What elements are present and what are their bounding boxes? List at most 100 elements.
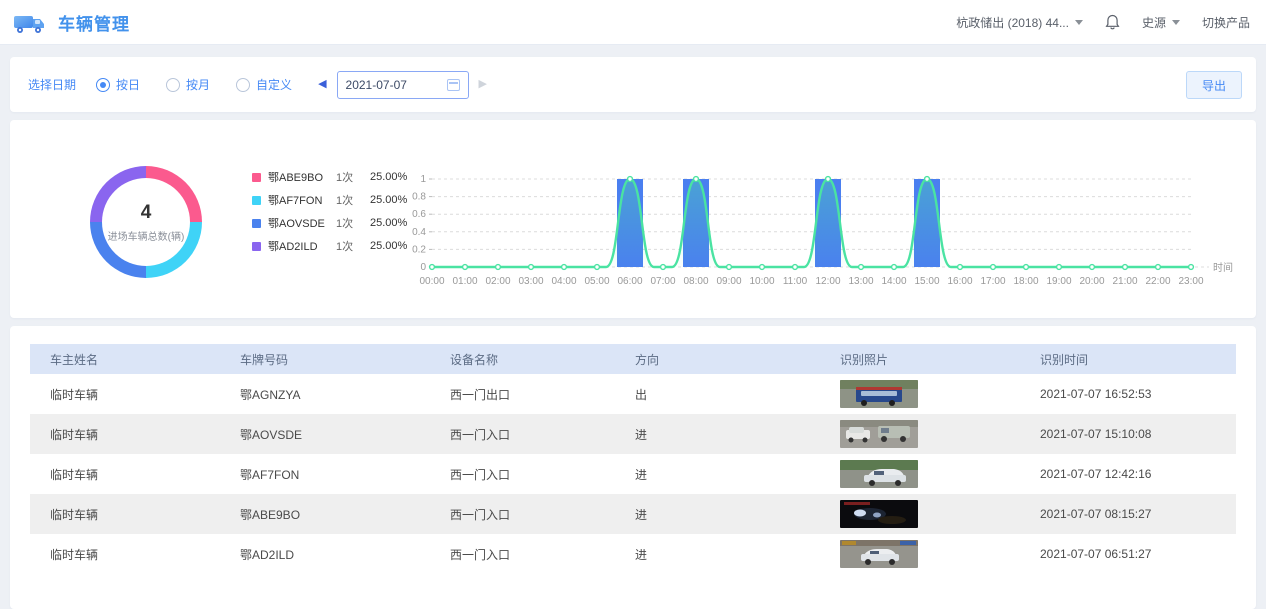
legend-plate: 鄂AF7FON (268, 192, 336, 208)
vehicle-table-body: 临时车辆鄂AGNZYA西一门出口出2021-07-07 16:52:53临时车辆… (30, 374, 1236, 574)
table-row: 临时车辆鄂ABE9BO西一门入口进 2021-07-07 08:15:27 (30, 494, 1236, 534)
legend-plate: 鄂AD2ILD (268, 238, 336, 254)
cell-device: 西一门入口 (450, 494, 635, 534)
legend-swatch-icon (252, 196, 261, 205)
svg-text:08:00: 08:00 (683, 276, 708, 287)
svg-text:02:00: 02:00 (485, 276, 510, 287)
svg-text:22:00: 22:00 (1145, 276, 1170, 287)
cell-photo (840, 454, 1040, 494)
cell-time: 2021-07-07 16:52:53 (1040, 374, 1236, 414)
chevron-down-icon (1075, 20, 1083, 25)
vehicle-photo[interactable] (840, 540, 918, 568)
radio-custom[interactable]: 自定义 (236, 76, 292, 93)
donut-chart: 4 进场车辆总数(辆) (90, 166, 202, 278)
date-filter-bar: 选择日期 按日 按月 自定义 ◀ 2021-07-07 ▶ 导出 (10, 57, 1256, 112)
legend-item[interactable]: 鄂AF7FON1次25.00% (252, 193, 407, 207)
svg-text:23:00: 23:00 (1178, 276, 1203, 287)
cell-direction: 进 (635, 494, 840, 534)
svg-text:0: 0 (420, 262, 426, 273)
svg-text:16:00: 16:00 (947, 276, 972, 287)
svg-text:时间: 时间 (1213, 261, 1233, 274)
radio-by-month[interactable]: 按月 (166, 76, 210, 93)
cell-device: 西一门入口 (450, 414, 635, 454)
cell-device: 西一门入口 (450, 454, 635, 494)
cell-photo (840, 414, 1040, 454)
svg-text:0.8: 0.8 (412, 192, 426, 203)
statistics-card: 4 进场车辆总数(辆) 鄂ABE9BO1次25.00% 鄂AF7FON1次25.0… (10, 120, 1256, 318)
svg-text:15:00: 15:00 (914, 276, 939, 287)
legend-swatch-icon (252, 173, 261, 182)
svg-text:05:00: 05:00 (584, 276, 609, 287)
cell-time: 2021-07-07 08:15:27 (1040, 494, 1236, 534)
table-row: 临时车辆鄂AGNZYA西一门出口出2021-07-07 16:52:53 (30, 374, 1236, 414)
legend-item[interactable]: 鄂AD2ILD1次25.00% (252, 239, 407, 253)
cell-photo (840, 534, 1040, 574)
radio-dot-icon (236, 78, 250, 92)
vehicle-photo[interactable] (840, 420, 918, 448)
svg-text:10:00: 10:00 (749, 276, 774, 287)
cell-plate: 鄂AOVSDE (240, 414, 450, 454)
table-row: 临时车辆鄂AF7FON西一门入口进2021-07-07 12:42:16 (30, 454, 1236, 494)
export-button[interactable]: 导出 (1186, 71, 1242, 99)
svg-text:09:00: 09:00 (716, 276, 741, 287)
svg-text:07:00: 07:00 (650, 276, 675, 287)
col-owner-name: 车主姓名 (30, 344, 240, 374)
legend-item[interactable]: 鄂ABE9BO1次25.00% (252, 170, 407, 184)
legend-swatch-icon (252, 219, 261, 228)
cell-direction: 进 (635, 414, 840, 454)
svg-text:04:00: 04:00 (551, 276, 576, 287)
date-mode-radio-group: 按日 按月 自定义 (96, 76, 292, 93)
svg-text:0.2: 0.2 (412, 244, 426, 255)
svg-text:21:00: 21:00 (1112, 276, 1137, 287)
table-row: 临时车辆鄂AD2ILD西一门入口进2021-07-07 06:51:27 (30, 534, 1236, 574)
cell-direction: 出 (635, 374, 840, 414)
legend-count: 1次 (336, 169, 370, 185)
svg-text:20:00: 20:00 (1079, 276, 1104, 287)
radio-by-day[interactable]: 按日 (96, 76, 140, 93)
legend-count: 1次 (336, 238, 370, 254)
legend: 鄂ABE9BO1次25.00% 鄂AF7FON1次25.00% 鄂AOVSDE1次2… (252, 170, 407, 262)
user-name: 史源 (1142, 14, 1166, 31)
chevron-down-icon (1172, 20, 1180, 25)
svg-text:1: 1 (420, 174, 426, 185)
legend-item[interactable]: 鄂AOVSDE1次25.00% (252, 216, 407, 230)
vehicle-photo[interactable] (840, 500, 918, 528)
svg-text:17:00: 17:00 (980, 276, 1005, 287)
truck-logo-icon (12, 9, 46, 35)
user-menu[interactable]: 史源 (1142, 14, 1180, 31)
cell-time: 2021-07-07 06:51:27 (1040, 534, 1236, 574)
cell-owner: 临时车辆 (30, 414, 240, 454)
next-day-arrow[interactable]: ▶ (479, 79, 487, 90)
svg-text:06:00: 06:00 (617, 276, 642, 287)
cell-owner: 临时车辆 (30, 494, 240, 534)
svg-text:13:00: 13:00 (848, 276, 873, 287)
col-plate: 车牌号码 (240, 344, 450, 374)
cell-time: 2021-07-07 15:10:08 (1040, 414, 1236, 454)
cell-direction: 进 (635, 454, 840, 494)
col-direction: 方向 (635, 344, 840, 374)
cell-plate: 鄂AD2ILD (240, 534, 450, 574)
cell-plate: 鄂ABE9BO (240, 494, 450, 534)
vehicle-photo[interactable] (840, 460, 918, 488)
svg-text:12:00: 12:00 (815, 276, 840, 287)
svg-text:14:00: 14:00 (881, 276, 906, 287)
legend-plate: 鄂AOVSDE (268, 215, 336, 231)
donut-center: 4 进场车辆总数(辆) (102, 178, 190, 266)
total-count-label: 进场车辆总数(辆) (108, 228, 185, 243)
total-count: 4 (141, 202, 152, 224)
date-picker-input[interactable]: 2021-07-07 (337, 71, 469, 99)
org-selector-label: 杭政储出 (2018) 44... (956, 14, 1069, 31)
notification-bell-icon[interactable] (1105, 14, 1120, 30)
cell-owner: 临时车辆 (30, 374, 240, 414)
prev-day-arrow[interactable]: ◀ (318, 79, 326, 90)
table-row: 临时车辆鄂AOVSDE西一门入口进 2021-07-07 15:10:08 (30, 414, 1236, 454)
cell-direction: 进 (635, 534, 840, 574)
org-selector[interactable]: 杭政储出 (2018) 44... (956, 14, 1083, 31)
vehicle-photo[interactable] (840, 380, 918, 408)
table-header-row: 车主姓名 车牌号码 设备名称 方向 识别照片 识别时间 (30, 344, 1236, 374)
page-title: 车辆管理 (58, 10, 130, 35)
switch-product-link[interactable]: 切换产品 (1202, 14, 1250, 31)
recognition-table-card: 车主姓名 车牌号码 设备名称 方向 识别照片 识别时间 临时车辆鄂AGNZYA西… (10, 326, 1256, 609)
app-header: 车辆管理 杭政储出 (2018) 44... 史源 切换产品 (0, 0, 1266, 45)
col-device: 设备名称 (450, 344, 635, 374)
